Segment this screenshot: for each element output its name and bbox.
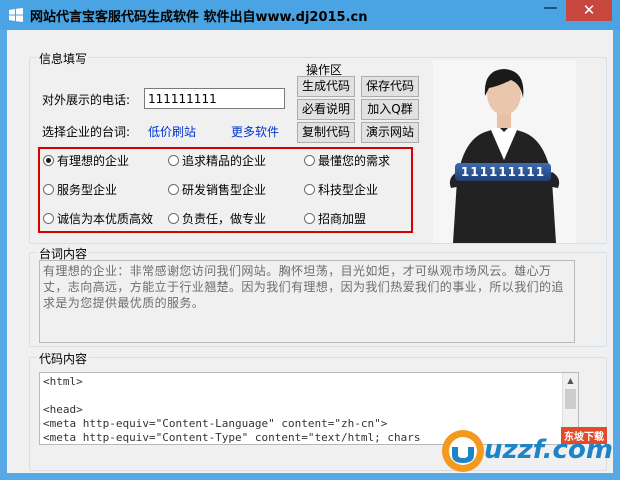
cheap-site-link[interactable]: 低价刷站 [148, 123, 196, 140]
client-area: 信息填写 对外展示的电话: 选择企业的台词: 低价刷站 更多软件 操作区 生成代… [7, 30, 613, 473]
code-group-legend: 代码内容 [37, 350, 90, 367]
radio-label: 研发销售型企业 [182, 183, 267, 197]
radio-label: 有理想的企业 [57, 154, 130, 168]
radio-ideal-enterprise[interactable]: 有理想的企业 [43, 152, 129, 169]
radio-circle [304, 155, 315, 166]
generate-code-button[interactable]: 生成代码 [297, 76, 355, 97]
radio-circle [168, 155, 179, 166]
uzzf-watermark: uzzf.com 东坡下载 [439, 423, 619, 478]
scroll-thumb[interactable] [565, 389, 576, 409]
app-window: 网站代言宝客服代码生成软件 软件出自www.dj2015.cn — ✕ 信息填写… [0, 0, 620, 480]
more-software-link[interactable]: 更多软件 [231, 123, 279, 140]
save-code-button[interactable]: 保存代码 [361, 76, 419, 97]
radio-integrity-enterprise[interactable]: 诚信为本优质高效 [43, 210, 153, 227]
phone-input[interactable] [144, 88, 285, 109]
join-qq-group-button[interactable]: 加入Q群 [361, 99, 419, 120]
radio-circle [43, 184, 54, 195]
phone-label: 对外展示的电话: [42, 93, 131, 107]
radio-label: 科技型企业 [318, 183, 379, 197]
radio-service-enterprise[interactable]: 服务型企业 [43, 181, 117, 198]
radio-label: 负责任，做专业 [182, 212, 267, 226]
window-title: 网站代言宝客服代码生成软件 软件出自www.dj2015.cn [30, 10, 368, 25]
radio-circle [304, 184, 315, 195]
phone-badge: 111111111 [455, 163, 551, 181]
copy-code-button[interactable]: 复制代码 [297, 122, 355, 143]
radio-circle [43, 213, 54, 224]
slogan-text: 有理想的企业：非常感谢您访问我们网站。胸怀坦荡，目光如炬，才可纵观市场风云。雄心… [43, 264, 564, 310]
radio-circle [168, 213, 179, 224]
read-instructions-button[interactable]: 必看说明 [297, 99, 355, 120]
radio-label: 诚信为本优质高效 [57, 212, 154, 226]
radio-circle [168, 184, 179, 195]
radio-know-your-needs[interactable]: 最懂您的需求 [304, 152, 390, 169]
spokesperson-photo: 111111111 [433, 60, 576, 243]
radio-tech-enterprise[interactable]: 科技型企业 [304, 181, 378, 198]
radio-responsible-professional[interactable]: 负责任，做专业 [168, 210, 266, 227]
minimize-button[interactable]: — [537, 0, 564, 21]
close-button[interactable]: ✕ [566, 0, 612, 21]
windows-logo-icon [9, 8, 23, 22]
radio-label: 服务型企业 [57, 183, 118, 197]
watermark-tag: 东坡下载 [561, 427, 607, 444]
radio-franchise[interactable]: 招商加盟 [304, 210, 366, 227]
radio-label: 招商加盟 [318, 212, 367, 226]
demo-site-button[interactable]: 演示网站 [361, 122, 419, 143]
slogan-label: 选择企业的台词: [42, 125, 131, 139]
radio-label: 追求精品的企业 [182, 154, 267, 168]
radio-circle [304, 213, 315, 224]
title-bar[interactable]: 网站代言宝客服代码生成软件 软件出自www.dj2015.cn — ✕ [0, 0, 620, 30]
info-group-legend: 信息填写 [37, 50, 90, 67]
radio-quality-enterprise[interactable]: 追求精品的企业 [168, 152, 266, 169]
scroll-up-arrow-icon[interactable]: ▲ [563, 373, 578, 389]
radio-label: 最懂您的需求 [318, 154, 391, 168]
spokesperson-illustration [433, 60, 576, 243]
uzzf-logo-icon [442, 430, 484, 472]
radio-circle [43, 155, 54, 166]
slogan-textarea[interactable]: 有理想的企业：非常感谢您访问我们网站。胸怀坦荡，目光如炬，才可纵观市场风云。雄心… [39, 260, 575, 343]
radio-rd-sales-enterprise[interactable]: 研发销售型企业 [168, 181, 266, 198]
